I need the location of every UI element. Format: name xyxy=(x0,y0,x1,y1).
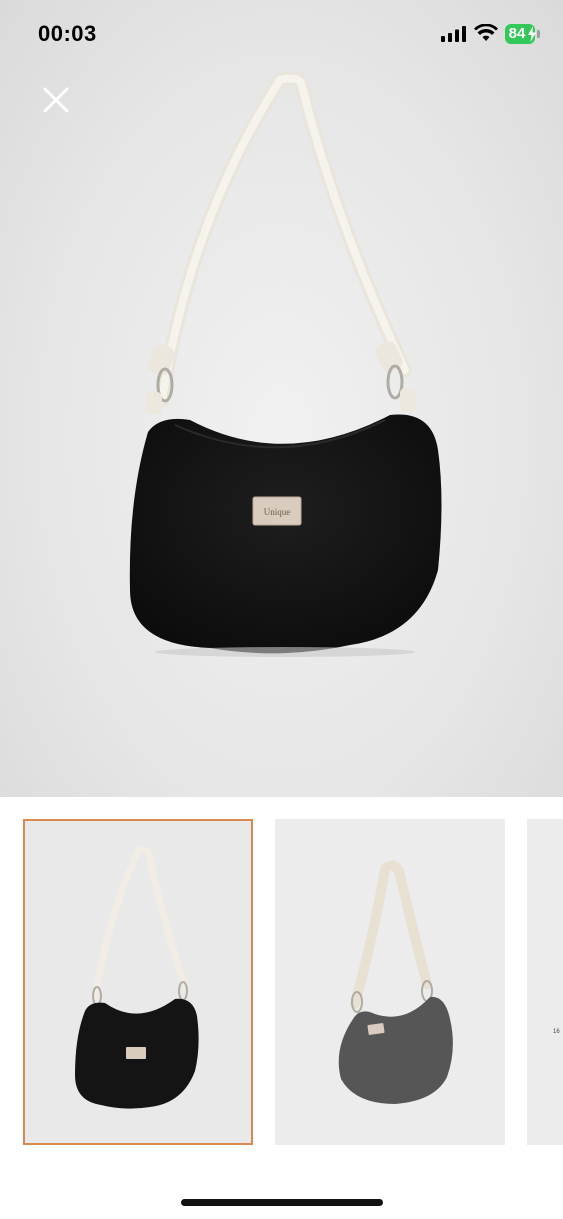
status-time: 00:03 xyxy=(38,21,97,46)
wifi-icon xyxy=(474,24,498,41)
cellular-signal-icon xyxy=(441,26,466,42)
battery-cap xyxy=(537,30,540,38)
thumbnail-third[interactable]: 16 xyxy=(527,819,563,1145)
close-icon[interactable] xyxy=(40,84,72,116)
thumbnail-grey-bag-image xyxy=(338,860,453,1104)
product-label-text: Unique xyxy=(264,507,291,517)
thumbnail-black-bag-image xyxy=(75,846,199,1109)
status-bar: 00:03 84 xyxy=(0,0,563,70)
charging-bolt-icon xyxy=(528,26,536,42)
thumbnail-grey-bag[interactable] xyxy=(275,819,505,1145)
product-photo-viewer[interactable]: 00:03 84 Unique xyxy=(0,0,563,797)
thumbnail-strip[interactable]: 16 xyxy=(0,797,563,1157)
thumbnail-black-bag[interactable] xyxy=(23,819,253,1145)
product-main-image: Unique xyxy=(129,71,442,657)
battery-indicator: 84 xyxy=(505,24,541,44)
home-indicator[interactable] xyxy=(181,1199,383,1206)
thumbnail-third-text: 16 xyxy=(553,1029,560,1035)
